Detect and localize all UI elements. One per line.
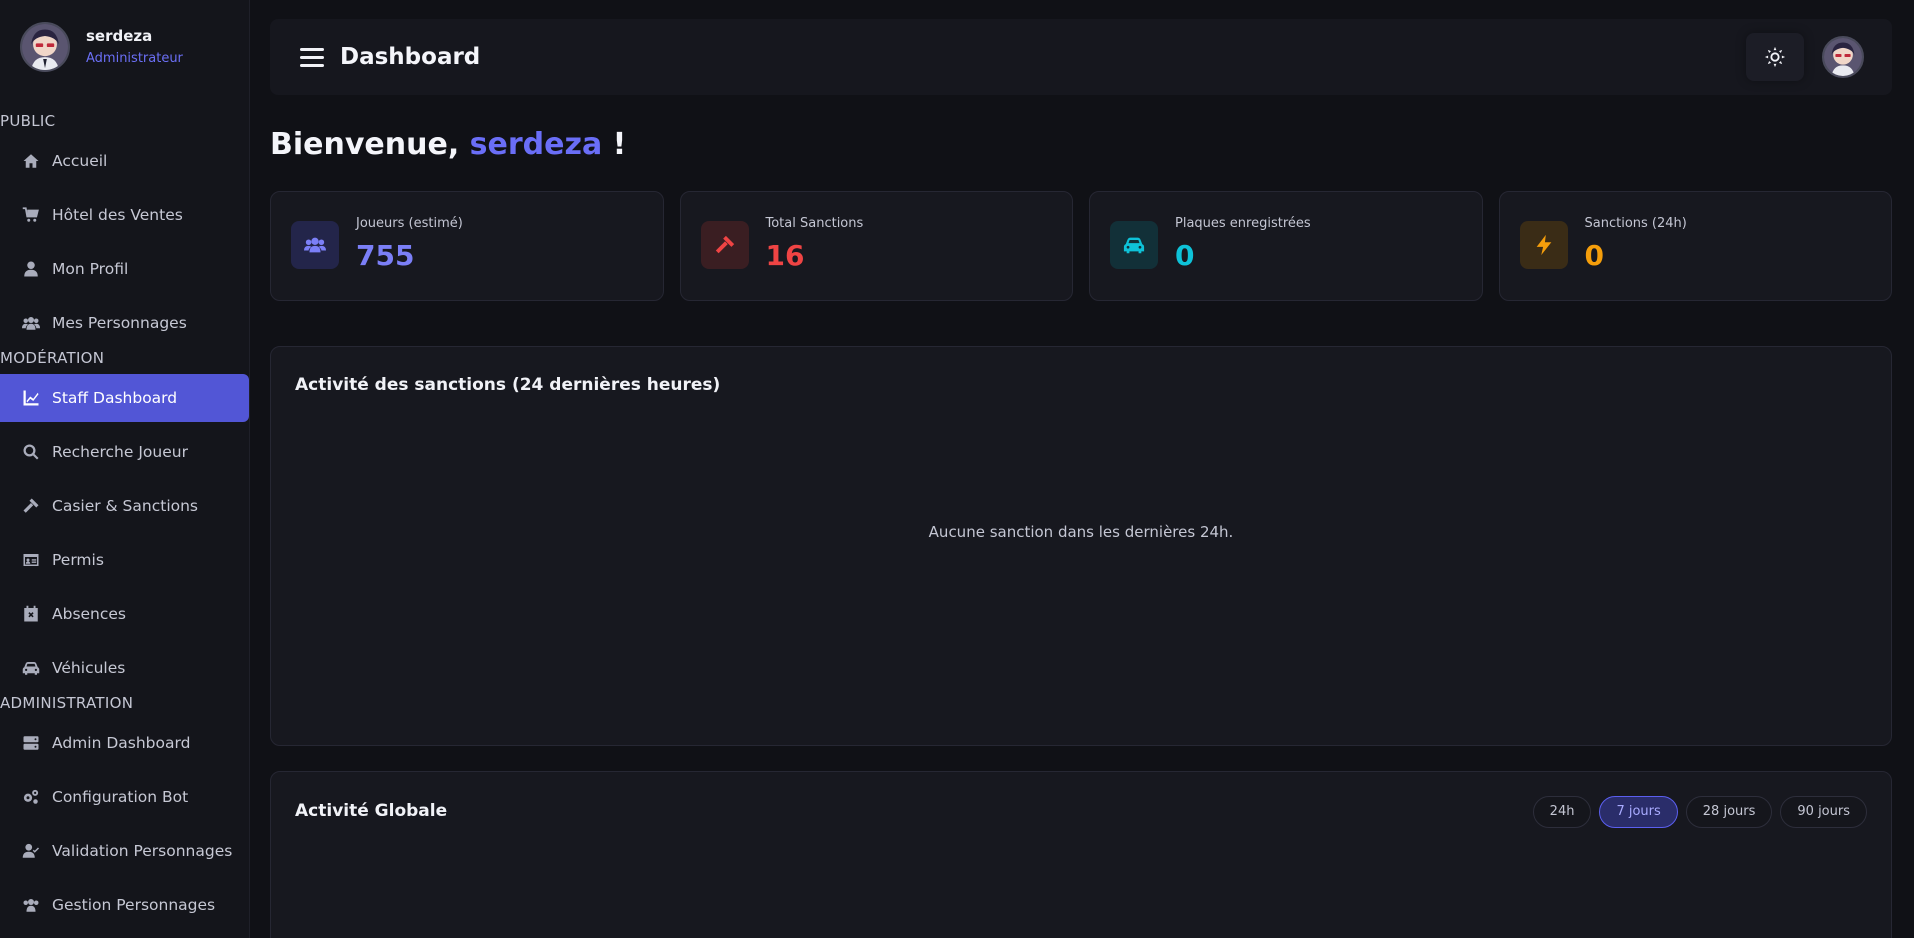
sidebar-item-accueil[interactable]: Accueil bbox=[0, 137, 249, 185]
gears-icon bbox=[20, 787, 42, 807]
sidebar-item-gestion-personnages[interactable]: Gestion Personnages bbox=[0, 881, 249, 929]
range-button-7-jours[interactable]: 7 jours bbox=[1599, 796, 1678, 828]
stats-row: Joueurs (estimé) 755 Total Sanctions 16 bbox=[270, 191, 1892, 301]
users-icon bbox=[291, 221, 339, 269]
sidebar-item-label: Absences bbox=[52, 605, 127, 623]
sidebar-item-label: Gestion Personnages bbox=[52, 896, 216, 914]
gavel-icon bbox=[20, 496, 42, 516]
menu-toggle-button[interactable] bbox=[300, 45, 324, 69]
welcome-username: serdeza bbox=[469, 127, 603, 162]
stat-label: Plaques enregistrées bbox=[1175, 216, 1311, 231]
theme-toggle-button[interactable] bbox=[1746, 33, 1804, 81]
server-icon bbox=[20, 733, 42, 753]
welcome-prefix: Bienvenue, bbox=[270, 127, 470, 162]
stat-value: 755 bbox=[356, 239, 415, 272]
hamburger-icon bbox=[300, 47, 324, 51]
main-content: Dashboard Bienvenue, serdeza ! Joueurs (… bbox=[250, 0, 1914, 938]
stat-label: Total Sanctions bbox=[765, 216, 864, 231]
sidebar: serdeza Administrateur PUBLIC Accueil Hô… bbox=[0, 0, 250, 938]
car-icon bbox=[1110, 221, 1158, 269]
avatar-image-icon bbox=[22, 24, 68, 70]
sidebar-item-label: Staff Dashboard bbox=[52, 389, 178, 407]
range-button-24h[interactable]: 24h bbox=[1532, 796, 1592, 828]
stat-value: 0 bbox=[1584, 239, 1604, 272]
sidebar-item-label: Mes Personnages bbox=[52, 314, 187, 332]
panel-title: Activité des sanctions (24 dernières heu… bbox=[295, 375, 721, 395]
users-icon bbox=[20, 895, 42, 915]
sun-icon bbox=[1764, 46, 1786, 68]
sidebar-item-label: Recherche Joueur bbox=[52, 443, 188, 461]
sidebar-item-label: Accueil bbox=[52, 152, 108, 170]
stat-card-sanctions-24h: Sanctions (24h) 0 bbox=[1498, 191, 1892, 301]
welcome-heading: Bienvenue, serdeza ! bbox=[270, 123, 1892, 167]
sidebar-item-absences[interactable]: Absences bbox=[0, 590, 249, 638]
stat-label: Sanctions (24h) bbox=[1584, 216, 1687, 231]
section-label-administration: ADMINISTRATION bbox=[0, 694, 134, 712]
empty-state-message: Aucune sanction dans les dernières 24h. bbox=[928, 523, 1234, 541]
section-label-moderation: MODÉRATION bbox=[0, 349, 105, 367]
stat-value: 0 bbox=[1175, 239, 1195, 272]
gavel-icon bbox=[700, 221, 749, 269]
panel-title: Activité Globale bbox=[295, 801, 448, 821]
profile-role: Administrateur bbox=[86, 50, 183, 66]
hamburger-icon bbox=[300, 55, 324, 59]
id-card-icon bbox=[20, 550, 42, 570]
page-title: Dashboard bbox=[340, 44, 481, 70]
sidebar-item-casier-sanctions[interactable]: Casier & Sanctions bbox=[0, 482, 249, 530]
topbar: Dashboard bbox=[270, 19, 1892, 95]
cart-icon bbox=[20, 205, 42, 225]
car-icon bbox=[20, 658, 42, 678]
user-avatar-button[interactable] bbox=[1822, 36, 1864, 78]
user-icon bbox=[20, 259, 42, 279]
stat-card-plates: Plaques enregistrées 0 bbox=[1089, 191, 1483, 301]
sidebar-profile[interactable]: serdeza Administrateur bbox=[0, 0, 249, 76]
stat-card-players: Joueurs (estimé) 755 bbox=[270, 191, 664, 301]
profile-name: serdeza bbox=[86, 26, 153, 45]
sidebar-item-label: Mon Profil bbox=[52, 260, 129, 278]
sidebar-item-vehicules[interactable]: Véhicules bbox=[0, 644, 249, 692]
users-icon bbox=[20, 313, 42, 333]
app: serdeza Administrateur PUBLIC Accueil Hô… bbox=[0, 0, 1914, 938]
sidebar-item-mon-profil[interactable]: Mon Profil bbox=[0, 245, 249, 293]
sidebar-item-admin-dashboard[interactable]: Admin Dashboard bbox=[0, 719, 249, 767]
hamburger-icon bbox=[300, 63, 324, 67]
user-check-icon bbox=[20, 841, 42, 861]
calendar-x-icon bbox=[20, 604, 42, 624]
sidebar-item-validation-personnages[interactable]: Validation Personnages bbox=[0, 827, 249, 875]
stat-value: 16 bbox=[765, 239, 805, 272]
sanctions-activity-panel: Activité des sanctions (24 dernières heu… bbox=[270, 346, 1892, 746]
stat-label: Joueurs (estimé) bbox=[356, 216, 463, 231]
home-icon bbox=[20, 151, 42, 171]
sidebar-item-label: Validation Personnages bbox=[52, 842, 233, 860]
sidebar-item-recherche-joueur[interactable]: Recherche Joueur bbox=[0, 428, 249, 476]
sidebar-item-configuration-bot[interactable]: Configuration Bot bbox=[0, 773, 249, 821]
range-button-28-jours[interactable]: 28 jours bbox=[1685, 796, 1773, 828]
sidebar-item-label: Casier & Sanctions bbox=[52, 497, 199, 515]
range-button-90-jours[interactable]: 90 jours bbox=[1780, 796, 1867, 828]
sidebar-item-label: Permis bbox=[52, 551, 104, 569]
sidebar-item-label: Configuration Bot bbox=[52, 788, 189, 806]
sidebar-item-permis[interactable]: Permis bbox=[0, 536, 249, 584]
sidebar-item-label: Admin Dashboard bbox=[52, 734, 191, 752]
search-icon bbox=[20, 442, 42, 462]
chart-line-icon bbox=[20, 388, 42, 408]
section-label-public: PUBLIC bbox=[0, 112, 56, 130]
avatar bbox=[20, 22, 70, 72]
stat-card-total-sanctions: Total Sanctions 16 bbox=[679, 191, 1073, 301]
range-selector: 24h 7 jours 28 jours 90 jours bbox=[1532, 796, 1867, 828]
bolt-icon bbox=[1519, 221, 1568, 269]
sidebar-item-hotel-des-ventes[interactable]: Hôtel des Ventes bbox=[0, 191, 249, 239]
welcome-suffix: ! bbox=[602, 127, 627, 162]
sidebar-item-label: Hôtel des Ventes bbox=[52, 206, 183, 224]
global-activity-panel: Activité Globale 24h 7 jours 28 jours 90… bbox=[270, 771, 1892, 938]
sidebar-item-label: Véhicules bbox=[52, 659, 126, 677]
avatar-image-icon bbox=[1824, 38, 1862, 76]
sidebar-item-mes-personnages[interactable]: Mes Personnages bbox=[0, 299, 249, 347]
sidebar-item-staff-dashboard[interactable]: Staff Dashboard bbox=[0, 374, 249, 422]
